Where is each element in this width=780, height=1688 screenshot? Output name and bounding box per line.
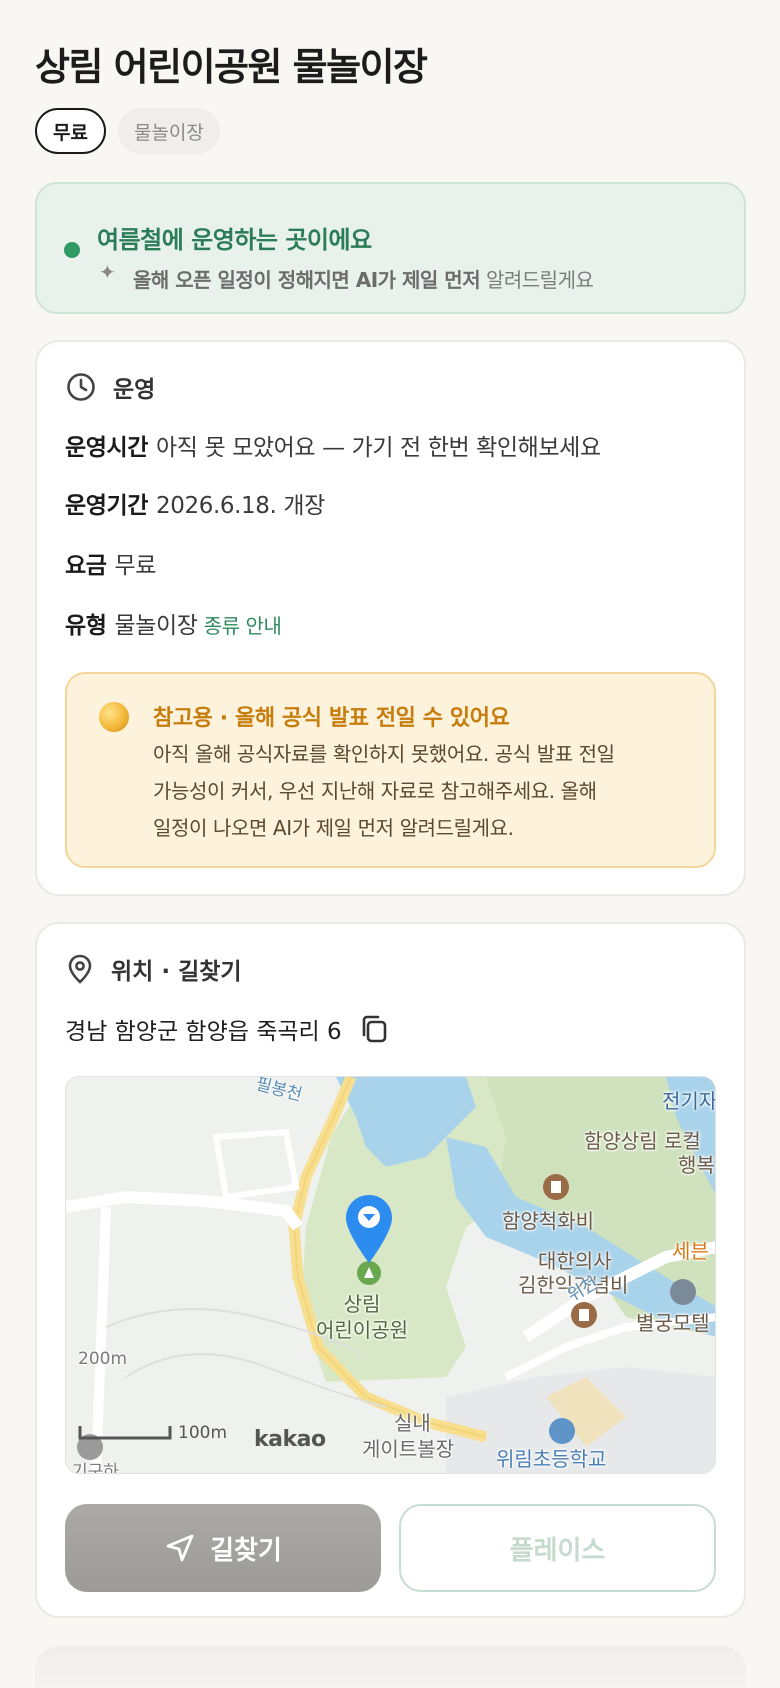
type-chip[interactable]: 물놀이장 bbox=[117, 108, 220, 154]
location-header: 위치 · 길찾기 bbox=[65, 952, 242, 986]
info-row-hours: 운영시간 아직 못 모았어요 — 가기 전 한번 확인해보세요 bbox=[65, 428, 601, 462]
notice-line: 가능성이 커서, 우선 지난해 자료로 참고해주세요. 올해 bbox=[153, 779, 597, 803]
info-row-type: 유형 물놀이장 종류 안내 bbox=[65, 606, 282, 640]
operation-header: 운영 bbox=[65, 370, 155, 404]
info-key: 유형 bbox=[65, 613, 107, 639]
info-key: 요금 bbox=[65, 553, 107, 579]
info-value: 아직 못 모았어요 — 가기 전 한번 확인해보세요 bbox=[156, 435, 601, 461]
map-label-parking-line1: 실내 bbox=[394, 1411, 431, 1435]
operation-card: 운영 운영시간 아직 못 모았어요 — 가기 전 한번 확인해보세요 운영기간 20… bbox=[35, 340, 746, 896]
copy-icon[interactable] bbox=[360, 1014, 388, 1044]
page-title: 상림 어린이공원 물놀이장 bbox=[35, 45, 428, 89]
navigation-arrow-icon bbox=[166, 1534, 194, 1562]
directions-button[interactable]: 길찾기 bbox=[65, 1504, 381, 1592]
map-label-park: 상림 어린이공원 bbox=[316, 1291, 408, 1343]
coin-icon bbox=[99, 702, 129, 732]
map-label-elevation: 200m bbox=[78, 1349, 128, 1369]
clock-icon bbox=[67, 373, 95, 401]
location-heading: 위치 · 길찾기 bbox=[111, 959, 242, 985]
info-row-fee: 요금 무료 bbox=[65, 546, 156, 580]
scale-label: 100m bbox=[178, 1423, 228, 1443]
info-value: 2026.6.18. 개장 bbox=[156, 493, 325, 519]
map-view[interactable]: 상림 어린이공원 함양척화비 대한의사 김한익기념비 함양상림 로컬 행복 전기… bbox=[65, 1076, 716, 1474]
notice-line: 아직 올해 공식자료를 확인하지 못했어요. 공식 발표 전일 bbox=[153, 742, 615, 766]
price-chip[interactable]: 무료 bbox=[35, 108, 106, 154]
address-text: 경남 함양군 함양읍 죽곡리 6 bbox=[65, 1019, 342, 1045]
map-brand-logo: kakao bbox=[254, 1427, 326, 1452]
notice-body: 아직 올해 공식자료를 확인하지 못했어요. 공식 발표 전일 가능성이 커서,… bbox=[153, 736, 683, 847]
type-guide-link[interactable]: 종류 안내 bbox=[204, 614, 282, 638]
address-row: 경남 함양군 함양읍 죽곡리 6 bbox=[65, 1012, 388, 1046]
reference-notice: 참고용 · 올해 공식 발표 전일 수 있어요 아직 올해 공식자료를 확인하지… bbox=[65, 672, 716, 868]
info-row-period: 운영기간 2026.6.18. 개장 bbox=[65, 486, 325, 520]
next-card-edge bbox=[35, 1646, 746, 1688]
place-label: 플레이스 bbox=[509, 1535, 606, 1566]
operation-heading: 운영 bbox=[113, 377, 156, 403]
map-label-museum-line2: 행복 bbox=[678, 1153, 715, 1177]
map-scale: 100m bbox=[78, 1423, 227, 1443]
status-dot bbox=[64, 242, 80, 258]
season-subtext-rest: 알려드릴게요 bbox=[480, 268, 594, 292]
map-label-parking-line2: 게이트볼장 bbox=[362, 1437, 454, 1461]
map-label-store: 세븐 bbox=[672, 1239, 709, 1263]
location-card: 위치 · 길찾기 경남 함양군 함양읍 죽곡리 6 상림 어린이공원 함양척화비… bbox=[35, 922, 746, 1618]
info-key: 운영기간 bbox=[65, 493, 149, 519]
season-banner: 여름철에 운영하는 곳이에요 ✦ 올해 오픈 일정이 정해지면 AI가 제일 먼… bbox=[35, 182, 746, 314]
info-value: 물놀이장 bbox=[114, 613, 198, 639]
location-pin-icon bbox=[68, 954, 92, 984]
info-value: 무료 bbox=[114, 553, 157, 579]
map-label-bottom: 기구하 bbox=[72, 1462, 119, 1474]
notice-heading: 참고용 · 올해 공식 발표 전일 수 있어요 bbox=[153, 706, 510, 731]
map-label-motel: 별궁모텔 bbox=[636, 1311, 710, 1335]
map-label-electric: 전기자 bbox=[662, 1089, 716, 1113]
notice-line: 일정이 나오면 AI가 제일 먼저 알려드릴게요. bbox=[153, 816, 514, 840]
info-key: 운영시간 bbox=[65, 435, 149, 461]
map-label-school: 위림초등학교 bbox=[496, 1447, 607, 1471]
place-button[interactable]: 플레이스 bbox=[399, 1504, 716, 1592]
season-subtext-bold: 올해 오픈 일정이 정해지면 AI가 제일 먼저 bbox=[133, 268, 481, 292]
map-label-monument: 함양척화비 bbox=[502, 1209, 594, 1233]
directions-label: 길찾기 bbox=[210, 1535, 282, 1566]
sparkle-icon: ✦ bbox=[99, 260, 116, 284]
season-subtext: 올해 오픈 일정이 정해지면 AI가 제일 먼저 알려드릴게요 bbox=[133, 264, 594, 293]
season-heading: 여름철에 운영하는 곳이에요 bbox=[97, 226, 372, 254]
scale-bar-icon bbox=[78, 1426, 172, 1440]
tag-chips: 무료 물놀이장 bbox=[35, 108, 220, 154]
map-label-park-line: 상림 bbox=[343, 1292, 381, 1316]
map-label-park-line: 어린이공원 bbox=[316, 1318, 408, 1342]
